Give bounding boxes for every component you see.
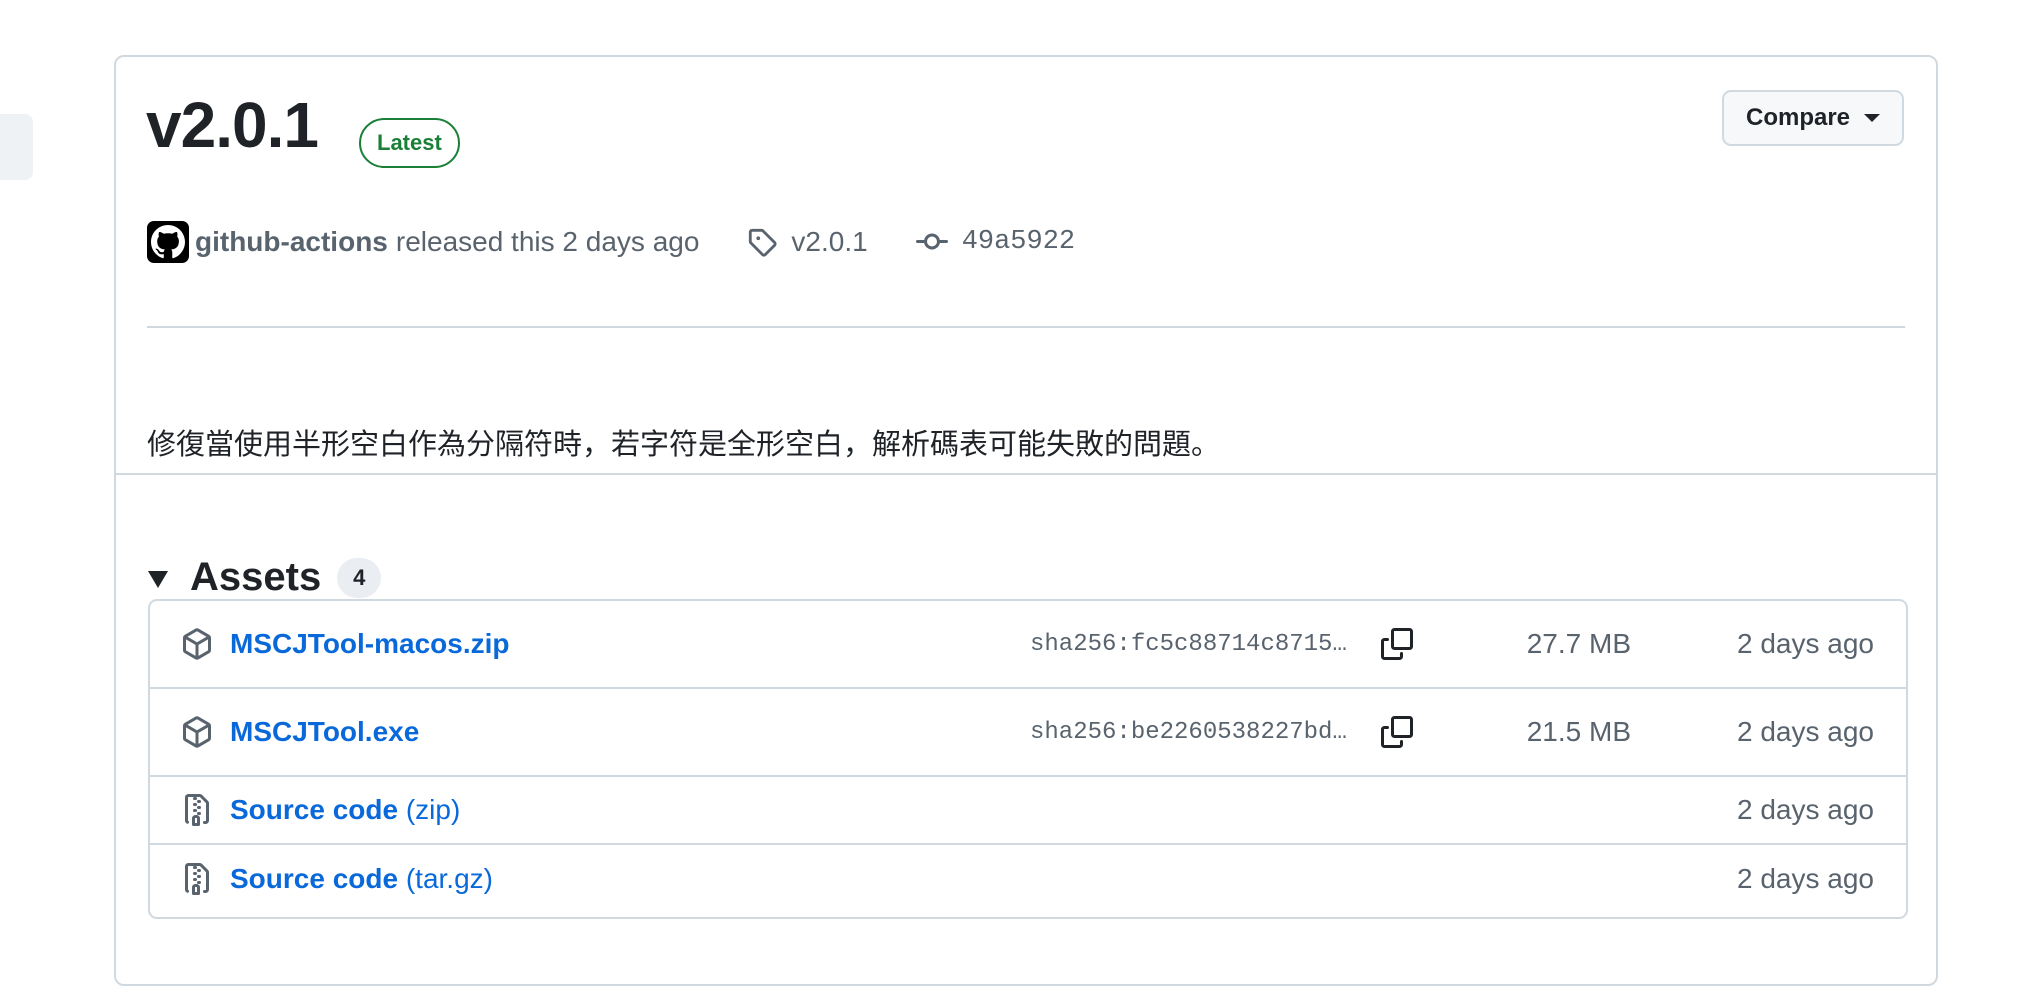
asset-sha256: sha256:be2260538227bd… — [1030, 718, 1347, 746]
compare-button[interactable]: Compare — [1722, 90, 1904, 146]
tag-link[interactable]: v2.0.1 — [747, 226, 868, 258]
tag-icon — [749, 228, 777, 257]
assets-title: Assets — [190, 555, 322, 599]
asset-download-link[interactable]: MSCJTool.exe — [230, 716, 419, 748]
asset-date: 2 days ago — [1737, 628, 1874, 659]
triangle-down-icon — [148, 571, 168, 588]
asset-row: Source code (tar.gz) 2 days ago — [150, 845, 1906, 913]
release-card: v2.0.1 Latest Compare github-actions rel… — [114, 55, 1938, 986]
latest-badge: Latest — [359, 118, 460, 168]
actor-link[interactable]: github-actions — [195, 226, 388, 258]
copy-icon[interactable] — [1377, 712, 1417, 752]
assets-list: MSCJTool-macos.zip sha256:fc5c88714c8715… — [148, 599, 1908, 919]
copy-icon[interactable] — [1377, 624, 1417, 664]
tag-label: v2.0.1 — [791, 226, 868, 257]
assets-count-badge: 4 — [337, 557, 382, 598]
file-zip-icon — [181, 794, 213, 826]
section-divider — [116, 473, 1936, 475]
caret-down-icon — [1864, 114, 1881, 122]
asset-size: 21.5 MB — [1526, 716, 1631, 747]
asset-sha256: sha256:fc5c88714c8715… — [1030, 630, 1347, 658]
commit-sha: 49a5922 — [961, 227, 1076, 257]
release-meta: github-actions released this 2 days ago … — [147, 220, 1075, 264]
released-text: released this 2 days ago — [395, 226, 700, 257]
release-notes: 修復當使用半形空白作為分隔符時，若字符是全形空白，解析碼表可能失敗的問題。 — [147, 429, 1221, 461]
asset-row: Source code (zip) 2 days ago — [150, 777, 1906, 845]
asset-row: MSCJTool.exe sha256:be2260538227bd… 21.5… — [150, 689, 1906, 777]
source-code-zip-link[interactable]: Source code (zip) — [230, 794, 460, 826]
commit-link[interactable]: 49a5922 — [915, 226, 1076, 258]
asset-date: 2 days ago — [1737, 863, 1874, 894]
github-mark-icon — [151, 225, 185, 259]
git-commit-icon — [915, 233, 948, 250]
asset-row: MSCJTool-macos.zip sha256:fc5c88714c8715… — [150, 601, 1906, 689]
side-tab[interactable] — [0, 114, 33, 180]
asset-date: 2 days ago — [1737, 794, 1874, 825]
divider — [147, 326, 1905, 328]
source-code-targz-link[interactable]: Source code (tar.gz) — [230, 863, 493, 895]
asset-download-link[interactable]: MSCJTool-macos.zip — [230, 628, 510, 660]
package-icon — [181, 628, 213, 660]
asset-size: 27.7 MB — [1526, 628, 1631, 659]
github-actions-avatar[interactable] — [147, 221, 189, 263]
assets-toggle[interactable]: Assets 4 — [148, 555, 382, 600]
compare-label: Compare — [1745, 104, 1851, 131]
file-zip-icon — [181, 863, 213, 895]
package-icon — [181, 716, 213, 748]
asset-date: 2 days ago — [1737, 716, 1874, 747]
release-version[interactable]: v2.0.1 — [146, 93, 319, 157]
